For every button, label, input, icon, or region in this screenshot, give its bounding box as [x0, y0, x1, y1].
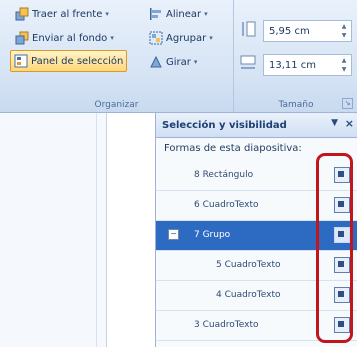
shape-width-input[interactable]: 13,11 cm ▲ ▼ — [263, 54, 352, 76]
shape-height-value: 5,95 cm — [269, 25, 310, 37]
selection-pane-button[interactable]: Panel de selección — [10, 50, 128, 72]
chevron-down-icon: ▾ — [105, 10, 109, 18]
rotate-icon — [150, 55, 162, 68]
shape-name: 6 CuadroTexto — [194, 200, 259, 210]
divider — [96, 113, 97, 347]
shape-name: 5 CuadroTexto — [216, 260, 281, 270]
align-label: Alinear — [166, 8, 202, 20]
shape-name: 7 Grupo — [194, 230, 231, 240]
slide-area — [0, 113, 107, 347]
arrange-group-label: Organizar — [94, 100, 139, 110]
group-label: Agrupar — [166, 32, 207, 44]
align-button[interactable]: Alinear ▾ — [146, 4, 211, 24]
shape-height-input[interactable]: 5,95 cm ▲ ▼ — [263, 20, 352, 42]
close-icon[interactable]: × — [345, 117, 354, 130]
shape-name: 4 CuadroTexto — [216, 290, 281, 300]
dialog-launcher-icon[interactable]: ↘ — [342, 98, 353, 109]
rotate-button[interactable]: Girar ▾ — [146, 52, 200, 72]
rotate-label: Girar — [166, 56, 191, 68]
selection-pane-icon — [14, 54, 28, 68]
shape-width-icon — [240, 55, 256, 69]
shape-width-value: 13,11 cm — [269, 59, 317, 71]
ribbon: Traer al frente ▾ Enviar al fondo ▾ Pane… — [0, 0, 357, 113]
collapse-icon[interactable]: − — [168, 229, 179, 240]
chevron-down-icon: ▾ — [193, 58, 198, 66]
annotation-highlight-box — [316, 153, 353, 343]
bring-to-front-label: Traer al frente — [32, 8, 103, 20]
pane-menu-chevron-icon[interactable]: ▼ — [331, 118, 338, 128]
send-to-back-button[interactable]: Enviar al fondo ▾ — [12, 28, 117, 48]
arrange-group: Traer al frente ▾ Enviar al fondo ▾ Pane… — [0, 0, 234, 112]
send-back-icon — [15, 31, 29, 45]
selection-pane-label: Panel de selección — [31, 55, 124, 67]
group-icon — [149, 31, 163, 45]
chevron-down-icon: ▾ — [209, 34, 213, 42]
align-icon — [150, 8, 161, 20]
shape-name: 8 Rectángulo — [194, 170, 254, 180]
bring-to-front-button[interactable]: Traer al frente ▾ — [12, 4, 112, 24]
pane-subtitle: Formas de esta diapositiva: — [164, 143, 302, 154]
chevron-down-icon: ▾ — [204, 10, 208, 18]
send-to-back-label: Enviar al fondo — [32, 32, 108, 44]
height-spinner-arrows-icon[interactable]: ▲ ▼ — [339, 22, 349, 40]
shape-name: 3 CuadroTexto — [194, 320, 259, 330]
bring-front-icon — [15, 7, 29, 21]
pane-header: Selección y visibilidad ▼ × — [156, 113, 357, 138]
size-group-label: Tamaño — [278, 100, 314, 110]
size-group: 5,95 cm ▲ ▼ 13,11 cm ▲ ▼ Tamaño ↘ — [235, 0, 357, 112]
width-spinner-arrows-icon[interactable]: ▲ ▼ — [339, 56, 349, 74]
chevron-down-icon: ▾ — [110, 34, 114, 42]
group-button[interactable]: Agrupar ▾ — [146, 28, 216, 48]
shape-height-icon — [242, 21, 256, 37]
pane-title: Selección y visibilidad — [162, 119, 287, 131]
